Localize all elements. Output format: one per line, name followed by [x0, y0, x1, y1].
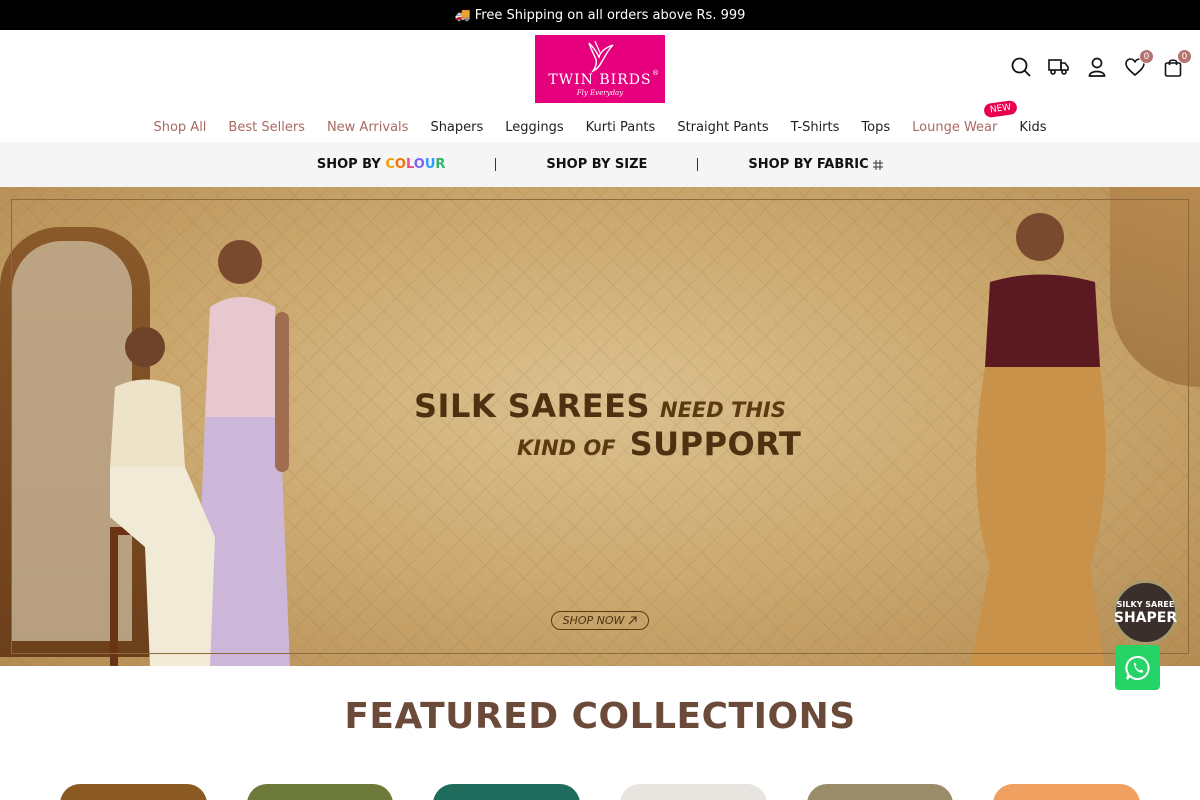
collection-card[interactable]	[993, 784, 1140, 800]
announcement-bar: 🚚 Free Shipping on all orders above Rs. …	[0, 0, 1200, 30]
collection-card[interactable]	[620, 784, 767, 800]
search-button[interactable]	[1010, 56, 1032, 78]
nav-new-arrivals[interactable]: New Arrivals	[327, 120, 409, 135]
hero-banner[interactable]: SILK SAREES NEED THIS KIND OF SUPPORT SH…	[0, 187, 1200, 666]
badge-bottom-text: SHAPER	[1113, 609, 1178, 626]
hero-line1-small: NEED THIS	[660, 398, 786, 422]
shop-by-fabric-link[interactable]: SHOP BY FABRIC	[748, 157, 884, 172]
shop-by-size-link[interactable]: SHOP BY SIZE	[546, 157, 647, 172]
wishlist-button[interactable]: 0	[1124, 49, 1154, 78]
nav-lounge-wear-label: Lounge Wear	[912, 119, 998, 135]
cart-count-badge: 0	[1177, 49, 1192, 64]
cart-button[interactable]: 0	[1162, 49, 1192, 78]
colour-letter: U	[424, 157, 436, 172]
search-icon	[1011, 57, 1031, 77]
divider	[697, 158, 699, 171]
hero-line2-big: SUPPORT	[629, 425, 802, 463]
shop-now-button[interactable]: SHOP NOW	[551, 611, 649, 630]
shop-by-colour-link[interactable]: SHOP BY COLOUR	[317, 157, 446, 172]
shop-by-fabric-label: SHOP BY FABRIC	[748, 157, 869, 172]
colour-letter: O	[413, 157, 425, 172]
collection-card[interactable]	[433, 784, 581, 800]
wishlist-count-badge: 0	[1139, 49, 1154, 64]
logo-tagline: Fly Everyday	[576, 89, 624, 97]
arrow-up-right-icon	[629, 616, 637, 625]
badge-top-text: SILKY SAREE	[1116, 599, 1175, 609]
main-nav: Shop All Best Sellers New Arrivals Shape…	[0, 99, 1200, 142]
nav-straight-pants[interactable]: Straight Pants	[677, 120, 768, 135]
nav-tops[interactable]: Tops	[861, 120, 890, 135]
nav-t-shirts[interactable]: T-Shirts	[791, 120, 840, 135]
hero-line1-big: SILK SAREES	[414, 387, 650, 425]
collection-card[interactable]	[246, 784, 394, 800]
logo[interactable]: TWIN BIRDS ® Fly Everyday	[535, 35, 665, 103]
nav-kids[interactable]: Kids	[1019, 120, 1046, 135]
logo-brand: TWIN BIRDS	[548, 72, 652, 88]
colour-letter: L	[405, 157, 414, 172]
nav-shop-all[interactable]: Shop All	[153, 120, 206, 135]
delivery-icon	[1048, 59, 1069, 75]
announcement-text: Free Shipping on all orders above Rs. 99…	[474, 7, 746, 23]
logo-registered: ®	[652, 69, 659, 77]
bird-logo-icon	[588, 40, 614, 73]
colour-word: COLOUR	[385, 157, 445, 172]
fabric-grid-icon	[873, 159, 884, 170]
collection-cards	[60, 784, 1140, 800]
user-icon	[1088, 57, 1106, 77]
silky-saree-shaper-badge[interactable]: SILKY SAREE SHAPER	[1113, 580, 1178, 645]
hero-line2-small: KIND OF	[517, 436, 616, 460]
shop-now-label: SHOP NOW	[562, 614, 625, 627]
nav-best-sellers[interactable]: Best Sellers	[228, 120, 305, 135]
nav-lounge-wear[interactable]: Lounge Wear NEW	[912, 99, 1019, 135]
featured-collections-title: FEATURED COLLECTIONS	[344, 696, 856, 737]
collection-card[interactable]	[806, 784, 954, 800]
hero-headline: SILK SAREES NEED THIS KIND OF SUPPORT	[414, 387, 824, 463]
nav-kurti-pants[interactable]: Kurti Pants	[586, 120, 656, 135]
shop-by-bar: SHOP BY COLOUR SHOP BY SIZE SHOP BY FABR…	[0, 142, 1200, 187]
track-order-button[interactable]	[1048, 56, 1070, 78]
whatsapp-icon	[1124, 655, 1150, 680]
truck-icon: 🚚	[454, 7, 471, 23]
shop-by-colour-prefix: SHOP BY	[316, 157, 381, 172]
colour-letter: O	[394, 157, 406, 172]
header-icons: 0 0	[1010, 49, 1192, 78]
colour-letter: C	[385, 157, 395, 172]
divider	[495, 158, 497, 171]
whatsapp-button[interactable]	[1115, 645, 1160, 690]
nav-leggings[interactable]: Leggings	[505, 120, 563, 135]
account-button[interactable]	[1086, 56, 1108, 78]
colour-letter: R	[435, 157, 446, 172]
site-header: TWIN BIRDS ® Fly Everyday 0 0	[0, 30, 1200, 112]
collection-card[interactable]	[60, 784, 207, 800]
nav-shapers[interactable]: Shapers	[430, 120, 483, 135]
